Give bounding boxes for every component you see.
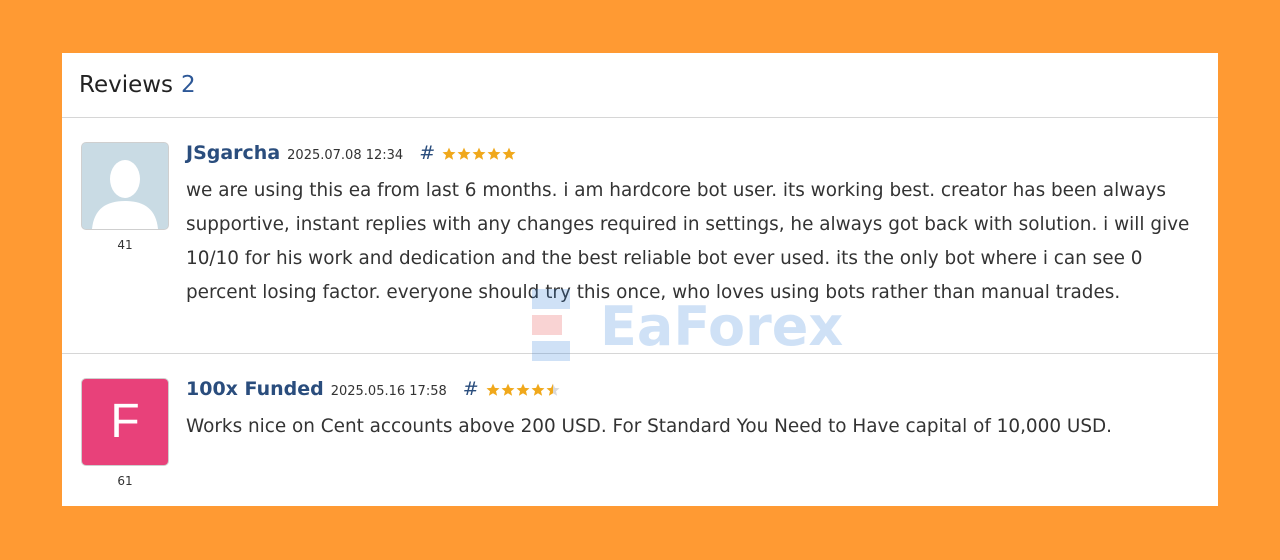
- star-icon: [457, 147, 471, 160]
- reviews-count: 2: [181, 72, 196, 98]
- review-text: Works nice on Cent accounts above 200 US…: [186, 416, 1113, 437]
- star-icon: [442, 147, 456, 160]
- star-icon: [486, 383, 500, 396]
- avatar[interactable]: [81, 142, 169, 230]
- reviews-title: Reviews: [79, 72, 174, 98]
- author-link[interactable]: 100x Funded: [186, 378, 324, 400]
- review-item: F 61 100x Funded 2025.05.16 17:58 # Work…: [62, 354, 1218, 506]
- review-date: 2025.05.16 17:58: [330, 384, 447, 399]
- star-icon: [516, 383, 530, 396]
- review-content: JSgarcha 2025.07.08 12:34 # we are using…: [186, 142, 1204, 310]
- star-icon: [487, 147, 501, 160]
- star-icon: [502, 147, 516, 160]
- author-avatar-column: F 61: [79, 378, 171, 488]
- review-date: 2025.07.08 12:34: [287, 148, 404, 163]
- reviews-panel: Reviews 2 41 JSgarcha 2025.07.08 12:34 #…: [62, 53, 1218, 506]
- rating-stars: [442, 147, 517, 161]
- rating-stars: [486, 383, 561, 397]
- review-content: 100x Funded 2025.05.16 17:58 # Works nic…: [186, 378, 1204, 444]
- author-link[interactable]: JSgarcha: [186, 142, 280, 164]
- author-rating: 41: [117, 238, 133, 252]
- review-text: we are using this ea from last 6 months.…: [186, 180, 1190, 303]
- review-item: 41 JSgarcha 2025.07.08 12:34 # we are us…: [62, 118, 1218, 354]
- avatar[interactable]: F: [81, 378, 169, 466]
- author-avatar-column: 41: [79, 142, 171, 252]
- default-user-icon: [82, 143, 168, 229]
- review-meta: 100x Funded 2025.05.16 17:58 #: [186, 378, 1204, 404]
- star-icon: [472, 147, 486, 160]
- star-icon: [531, 383, 545, 396]
- author-rating: 61: [117, 474, 133, 488]
- review-meta: JSgarcha 2025.07.08 12:34 #: [186, 142, 1204, 168]
- permalink-hash[interactable]: #: [419, 142, 435, 164]
- reviews-header: Reviews 2: [62, 53, 1218, 118]
- star-icon: [546, 383, 560, 396]
- star-icon: [501, 383, 515, 396]
- permalink-hash[interactable]: #: [463, 378, 479, 400]
